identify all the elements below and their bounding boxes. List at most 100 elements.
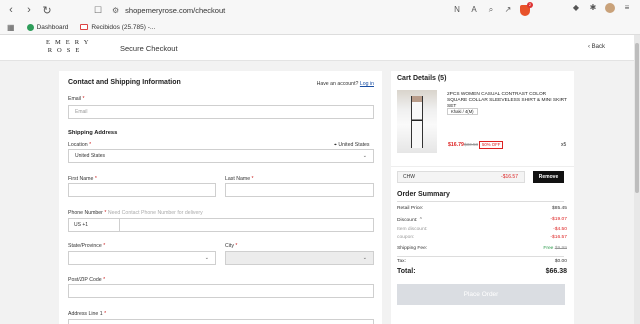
- zip-field[interactable]: [68, 284, 374, 298]
- state-label: State/Province *: [68, 243, 106, 249]
- location-indicator-text: United States: [338, 142, 370, 148]
- email-label: Email *: [68, 96, 85, 102]
- url-text[interactable]: shopemeryrose.com/checkout: [125, 6, 225, 15]
- location-value: United States: [75, 153, 106, 159]
- address-line1-label: Address Line 1 *: [68, 311, 107, 317]
- coupon-amount: -$16.57: [501, 174, 518, 180]
- address-bar-actions: N A ⌕ ↗ 2: [452, 1, 533, 17]
- back-label: Back: [591, 44, 606, 50]
- state-select[interactable]: ⌄: [68, 251, 216, 265]
- phone-label-text: Phone Number: [68, 210, 103, 216]
- tax-label: Tax:: [397, 259, 406, 264]
- shipping-form: Contact and Shipping Information Have an…: [59, 71, 382, 324]
- discount-value: -$19.07: [550, 217, 567, 222]
- location-indicator: ⌖ United States: [334, 142, 370, 149]
- back-nav-button[interactable]: ‹: [4, 3, 18, 17]
- phone-label: Phone Number * Need Contact Phone Number…: [68, 210, 203, 216]
- email-field[interactable]: Email: [68, 105, 374, 119]
- zip-label: Post/ZIP Code *: [68, 277, 106, 283]
- apps-grid-icon[interactable]: ▦: [7, 23, 15, 32]
- extension-icon[interactable]: ◆: [571, 3, 581, 13]
- shield-badge: 2: [527, 1, 533, 8]
- form-title: Contact and Shipping Information: [68, 79, 181, 86]
- shipping-address-heading: Shipping Address: [68, 130, 118, 136]
- bookmark-icon[interactable]: ☐: [94, 5, 104, 16]
- reload-button[interactable]: ↻: [40, 3, 54, 17]
- retail-price-row: Retail Price: $85.45: [397, 206, 567, 211]
- phone-prefix-value: US +1: [74, 222, 89, 228]
- cart-details: Cart Details (5) 2PCS WOMEN CASUAL CONTR…: [391, 71, 574, 166]
- bookmark-dashboard[interactable]: Dashboard: [26, 23, 68, 31]
- gmail-icon: [80, 24, 89, 30]
- cart-title: Cart Details (5): [397, 75, 447, 82]
- profile-avatar[interactable]: [605, 3, 615, 13]
- login-link[interactable]: Log in: [360, 81, 374, 87]
- location-pin-icon: ⌖: [334, 142, 337, 148]
- chevron-up-icon[interactable]: ⌃: [419, 218, 423, 223]
- city-label-text: City: [225, 243, 234, 249]
- brand-logo[interactable]: EMERY ROSE: [46, 39, 94, 55]
- product-figure: [411, 96, 423, 148]
- divider: [397, 256, 564, 257]
- forward-nav-button[interactable]: ›: [22, 3, 36, 17]
- city-select[interactable]: ⌄: [225, 251, 374, 265]
- bookmarks-bar: ▦ Dashboard Recibidos (25.785) -...: [0, 20, 640, 35]
- menu-icon[interactable]: ≡: [622, 3, 632, 13]
- first-name-label: First Name *: [68, 176, 97, 182]
- phone-field[interactable]: [119, 218, 374, 232]
- last-name-field[interactable]: [225, 183, 374, 197]
- read-aloud-icon[interactable]: A: [469, 5, 479, 15]
- coupon-code: CHW: [403, 174, 415, 180]
- last-name-label-text: Last Name: [225, 176, 251, 182]
- shipping-row: Shipping Fee: Free $9.99: [397, 246, 567, 251]
- back-link[interactable]: ‹ Back: [588, 44, 605, 50]
- puzzle-icon[interactable]: ✱: [588, 3, 598, 13]
- phone-country-select[interactable]: US +1: [68, 218, 120, 232]
- logo-top: EMERY: [46, 39, 94, 46]
- email-placeholder: Email: [75, 109, 88, 115]
- zoom-icon[interactable]: ⌕: [486, 5, 496, 15]
- divider: [397, 201, 564, 202]
- scrollbar-thumb[interactable]: [635, 43, 639, 193]
- city-label: City *: [225, 243, 238, 249]
- chevron-down-icon: ⌄: [204, 255, 209, 261]
- page-scrollbar[interactable]: [634, 35, 640, 324]
- shipping-value: $9.99: [554, 246, 567, 251]
- coupon-label: coupon:: [397, 235, 415, 240]
- zip-label-text: Post/ZIP Code: [68, 277, 102, 283]
- first-name-field[interactable]: [68, 183, 216, 197]
- retail-label: Retail Price:: [397, 206, 424, 211]
- site-header: EMERY ROSE Secure Checkout ‹ Back: [0, 35, 634, 61]
- page-title: Secure Checkout: [120, 44, 178, 53]
- address-line1-field[interactable]: [68, 319, 374, 324]
- quantity: x5: [561, 142, 567, 148]
- bookmark-gmail[interactable]: Recibidos (25.785) -...: [80, 24, 155, 31]
- last-name-label: Last Name *: [225, 176, 254, 182]
- logo-bottom: ROSE: [47, 47, 85, 54]
- brave-shield-icon[interactable]: 2: [520, 1, 533, 16]
- first-name-label-text: First Name: [68, 176, 94, 182]
- account-prompt-text: Have an account?: [316, 81, 359, 87]
- browser-toolbar: ‹ › ↻ ☐ ⚙ shopemeryrose.com/checkout N A…: [0, 0, 640, 20]
- coupon-value: -$16.57: [550, 235, 567, 240]
- extensions-area: ◆ ✱ ≡: [571, 3, 632, 13]
- remove-coupon-button[interactable]: Remove: [533, 171, 564, 183]
- email-label-text: Email: [68, 96, 81, 102]
- location-select[interactable]: United States ⌄: [68, 149, 374, 163]
- total-label: Total:: [397, 268, 416, 275]
- order-summary-title: Order Summary: [397, 191, 450, 198]
- share-icon[interactable]: ↗: [503, 5, 513, 15]
- item-discount-row: Item discount: -$4.50: [397, 227, 567, 232]
- shipping-label: Shipping Fee:: [397, 246, 428, 251]
- chevron-down-icon: ⌄: [362, 255, 367, 261]
- place-order-button[interactable]: Place Order: [397, 284, 565, 305]
- state-label-text: State/Province: [68, 243, 102, 249]
- discount-badge: 50% OFF: [479, 141, 504, 149]
- site-info-icon[interactable]: ⚙: [112, 6, 119, 15]
- product-image[interactable]: [397, 90, 437, 153]
- dashboard-icon: [26, 23, 34, 31]
- translate-icon[interactable]: N: [452, 5, 462, 15]
- sale-price: $16.79: [448, 142, 464, 148]
- coupon-applied: CHW -$16.57: [397, 171, 525, 183]
- tax-row: Tax: $0.00: [397, 259, 567, 264]
